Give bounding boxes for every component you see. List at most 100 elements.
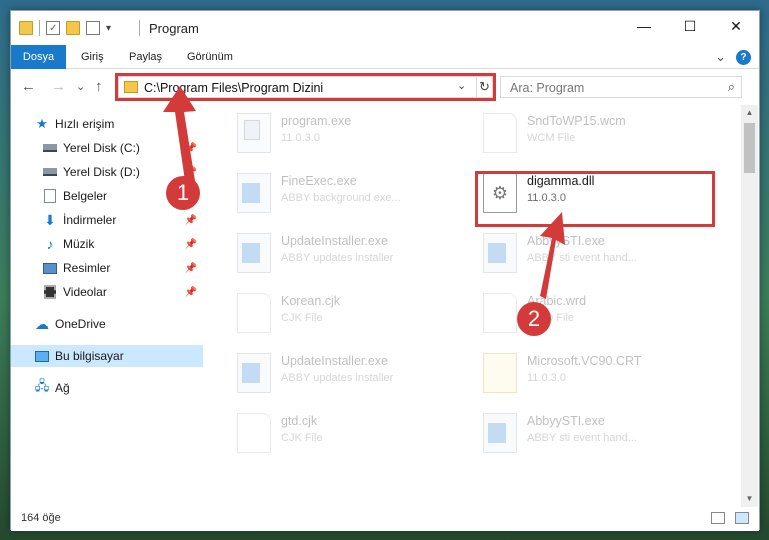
file-detail: ABBY sti event hand... <box>527 252 637 264</box>
sidebar-item-label: Bu bilgisayar <box>55 349 124 363</box>
vertical-scrollbar[interactable]: ▲ ▼ <box>741 105 758 507</box>
sidebar-item-label: Videolar <box>63 285 107 299</box>
file-detail: WCM File <box>527 132 576 144</box>
file-name: FineExec.exe <box>281 174 357 188</box>
file-detail: ABBY updates installer <box>281 252 394 264</box>
file-detail: 11.0.3.0 <box>527 372 566 384</box>
file-explorer-window: ✓ ▾ Program — ☐ ✕ Dosya Giriş Paylaş Gör… <box>10 10 760 531</box>
app-icon <box>483 413 517 453</box>
divider <box>139 20 140 36</box>
sidebar-item-videos[interactable]: Videolar 📌 <box>11 281 203 303</box>
file-item[interactable]: FineExec.exe ABBY background exe... <box>229 165 469 223</box>
navigation-bar: ← → ⌄ ↑ C:\Program Files\Program Dizini … <box>11 69 759 105</box>
divider <box>39 20 40 36</box>
search-box[interactable]: Ara: Program ⌕ <box>500 76 742 98</box>
recent-locations-button[interactable]: ⌄ <box>76 80 85 93</box>
pin-icon[interactable]: 📌 <box>185 263 197 274</box>
blank-file-icon <box>483 293 517 333</box>
star-icon: ★ <box>36 116 48 131</box>
chevron-down-icon[interactable]: ⌄ <box>715 49 726 65</box>
app-icon <box>237 353 271 393</box>
file-item[interactable]: Korean.cjk CJK File <box>229 285 469 343</box>
blank-file-icon <box>237 413 271 453</box>
sidebar-item-downloads[interactable]: ⬇ İndirmeler 📌 <box>11 209 203 231</box>
file-item[interactable]: UpdateInstaller.exe ABBY updates install… <box>229 225 469 283</box>
sidebar-item-local-disk-c[interactable]: Yerel Disk (C:) 📌 <box>11 137 203 159</box>
maximize-button[interactable]: ☐ <box>667 11 713 41</box>
music-icon: ♪ <box>46 236 54 252</box>
pin-icon[interactable]: 📌 <box>185 239 197 250</box>
pin-icon[interactable]: 📌 <box>185 143 197 154</box>
file-item[interactable]: SndToWP15.wcm WCM File <box>475 105 715 163</box>
tab-file[interactable]: Dosya <box>11 45 66 69</box>
ribbon-right: ⌄ ? <box>715 49 751 65</box>
blank-file-icon <box>483 113 517 153</box>
qat-dropdown-icon[interactable]: ▾ <box>106 23 111 34</box>
sidebar-item-music[interactable]: ♪ Müzik 📌 <box>11 233 203 255</box>
file-detail: ABBY sti event hand... <box>527 432 637 444</box>
properties-icon[interactable]: ✓ <box>46 21 60 35</box>
new-folder-icon[interactable] <box>66 21 80 35</box>
file-detail: CJK File <box>281 312 323 324</box>
file-detail: CJK File <box>281 432 323 444</box>
up-button[interactable]: ↑ <box>95 78 103 95</box>
pin-icon[interactable]: 📌 <box>185 287 197 298</box>
folder-icon <box>19 21 33 35</box>
file-item[interactable]: AbbyySTI.exe ABBY sti event hand... <box>475 405 715 463</box>
minimize-button[interactable]: — <box>621 11 667 41</box>
file-item[interactable]: AbbyySTI.exe ABBY sti event hand... <box>475 225 715 283</box>
sidebar-item-onedrive[interactable]: ☁ OneDrive <box>11 313 203 335</box>
scroll-thumb[interactable] <box>744 123 755 173</box>
file-name: Microsoft.VC90.CRT <box>527 354 642 368</box>
scroll-down-button[interactable]: ▼ <box>741 491 758 507</box>
sidebar-item-label: Yerel Disk (C:) <box>63 141 140 155</box>
forward-button[interactable]: → <box>51 78 66 95</box>
search-placeholder[interactable]: Ara: Program <box>510 81 584 95</box>
disk-icon <box>43 165 57 179</box>
file-item[interactable]: UpdateInstaller.exe ABBY updates install… <box>229 345 469 403</box>
help-icon[interactable]: ? <box>736 49 751 65</box>
tab-home[interactable]: Giriş <box>81 45 104 69</box>
sidebar-item-quick-access[interactable]: ★ Hızlı erişim <box>11 113 203 135</box>
tab-share[interactable]: Paylaş <box>129 45 162 69</box>
cloud-icon: ☁ <box>35 315 49 332</box>
file-name: gtd.cjk <box>281 414 318 428</box>
window-title: Program <box>149 21 199 36</box>
pictures-icon <box>43 261 57 275</box>
sidebar-item-label: Yerel Disk (D:) <box>63 165 140 179</box>
sidebar-item-this-pc[interactable]: Bu bilgisayar <box>11 345 203 367</box>
details-view-icon[interactable] <box>711 512 725 524</box>
address-highlight-box <box>115 73 496 101</box>
file-highlight-box <box>475 171 715 227</box>
close-button[interactable]: ✕ <box>713 11 759 41</box>
step-2-badge: 2 <box>517 302 551 336</box>
file-name: Korean.cjk <box>281 294 341 308</box>
documents-icon <box>43 189 57 203</box>
network-icon: 🖧 <box>34 378 50 393</box>
sidebar-item-pictures[interactable]: Resimler 📌 <box>11 257 203 279</box>
back-button[interactable]: ← <box>21 78 36 95</box>
scroll-up-button[interactable]: ▲ <box>741 105 758 121</box>
file-name: AbbyySTI.exe <box>527 234 605 248</box>
large-icons-view-icon[interactable] <box>735 512 749 524</box>
view-options-icon[interactable] <box>86 21 100 35</box>
navigation-pane: ★ Hızlı erişim Yerel Disk (C:) 📌 Yerel D… <box>11 105 203 507</box>
file-name: SndToWP15.wcm <box>527 114 626 128</box>
search-icon[interactable]: ⌕ <box>728 79 735 95</box>
sidebar-item-network[interactable]: 🖧 Ağ <box>11 377 203 399</box>
file-detail: ABBY updates installer <box>281 372 394 384</box>
videos-icon <box>43 285 57 299</box>
sidebar-item-label: Resimler <box>63 261 111 275</box>
tab-view[interactable]: Görünüm <box>187 45 233 69</box>
window-controls: — ☐ ✕ <box>621 11 759 41</box>
file-item[interactable]: Microsoft.VC90.CRT 11.0.3.0 <box>475 345 715 403</box>
file-item[interactable]: gtd.cjk CJK File <box>229 405 469 463</box>
file-item[interactable]: program.exe 11.0.3.0 <box>229 105 469 163</box>
app-icon <box>237 173 271 213</box>
file-name: UpdateInstaller.exe <box>281 234 389 248</box>
file-item[interactable]: Arabic.wrd WRD File <box>475 285 715 343</box>
status-bar: 164 öğe <box>11 507 759 531</box>
app-icon <box>237 233 271 273</box>
downloads-icon: ⬇ <box>44 211 56 228</box>
pin-icon[interactable]: 📌 <box>185 215 197 226</box>
